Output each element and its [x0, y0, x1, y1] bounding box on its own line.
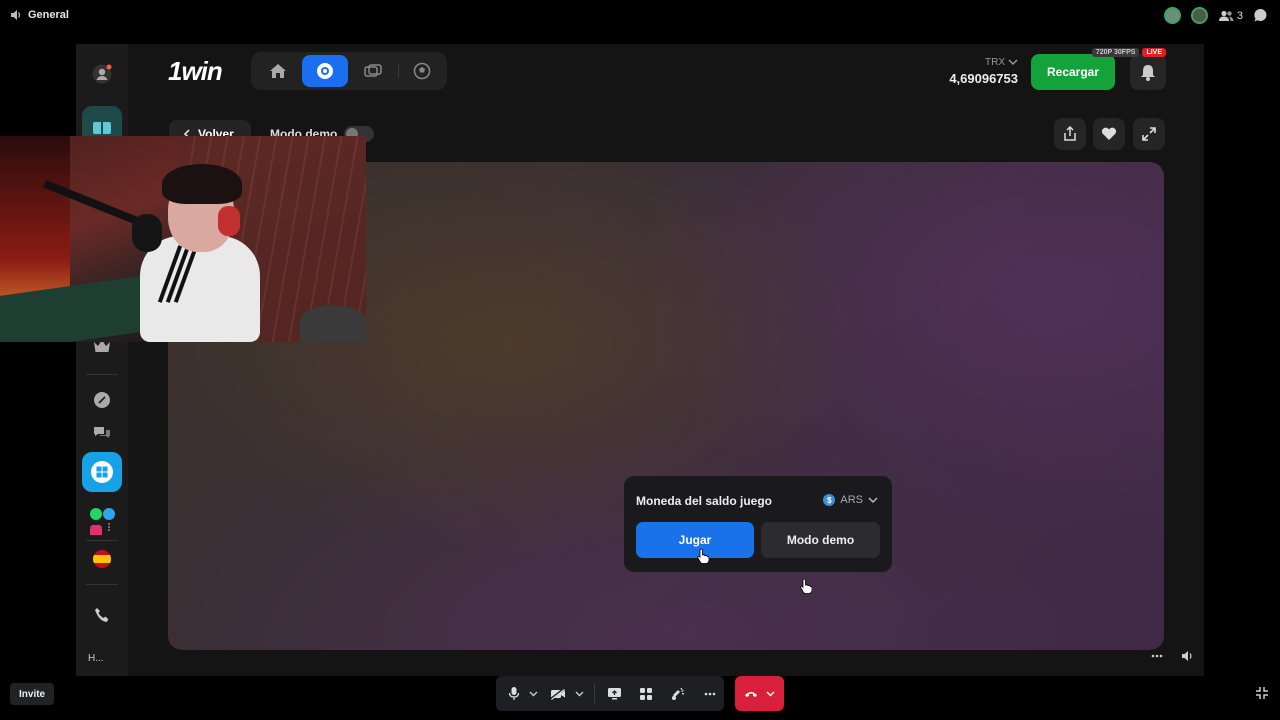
expand-icon: [1142, 127, 1156, 141]
mic-options[interactable]: [526, 676, 540, 711]
sidebar-social-links[interactable]: [82, 500, 122, 540]
1win-logo[interactable]: 1win: [168, 56, 223, 87]
main-tabs: [251, 52, 447, 90]
social-apps-icon: [90, 508, 115, 535]
chevron-down-icon[interactable]: [766, 691, 775, 697]
currency-selector[interactable]: $ ARS: [823, 494, 878, 506]
casino-chip-icon: [317, 63, 333, 79]
channel-name: General: [28, 9, 69, 21]
webcam-person-hair: [162, 164, 242, 204]
activities-icon: [640, 687, 652, 700]
participant-avatar[interactable]: [1163, 7, 1181, 24]
camera-button[interactable]: [548, 676, 568, 711]
more-call-options[interactable]: [700, 676, 720, 711]
user-icon: [92, 64, 112, 84]
screen-share-icon: [607, 688, 621, 700]
tab-home[interactable]: [255, 55, 301, 87]
participants-count: 3: [1236, 9, 1243, 22]
discount-icon: [94, 392, 110, 408]
soundboard-icon: [672, 687, 685, 700]
screen-share-button[interactable]: [604, 676, 624, 711]
invite-button[interactable]: Invite: [10, 683, 55, 705]
sidebar-bottom-label[interactable]: H...: [88, 653, 104, 664]
modal-title: Moneda del saldo juego: [636, 494, 773, 508]
gift-icon: [93, 122, 111, 134]
notifications-button[interactable]: [1130, 54, 1166, 90]
spain-flag-icon: [93, 550, 111, 568]
activities-button[interactable]: [636, 676, 656, 711]
share-button[interactable]: [1054, 118, 1086, 150]
webcam-feed[interactable]: [0, 136, 366, 342]
microphone-icon: [508, 687, 520, 700]
hand-cursor-icon: [697, 548, 709, 564]
sidebar-divider: [86, 374, 118, 375]
demo-mode-button[interactable]: Modo demo: [761, 522, 880, 558]
participants-button[interactable]: 3: [1218, 10, 1243, 22]
chevron-down-icon: [1008, 59, 1018, 66]
webcam-headset: [218, 206, 240, 236]
webcam-microphone: [132, 214, 162, 252]
hand-cursor-icon: [800, 578, 812, 594]
call-top-bar: General 3: [0, 0, 1280, 32]
chat-icon[interactable]: [1253, 8, 1268, 23]
chevron-down-icon: [529, 691, 537, 696]
voice-channel-header[interactable]: General: [10, 9, 69, 21]
controls-divider: [594, 684, 595, 703]
camera-options[interactable]: [572, 676, 586, 711]
share-icon: [1064, 126, 1076, 141]
favorite-button[interactable]: [1093, 118, 1125, 150]
balance-amount: 4,69096753: [949, 71, 1018, 86]
stream-quality-badges: 720P 30FPS LIVE: [1091, 48, 1166, 57]
home-icon: [270, 64, 286, 78]
sidebar-chat[interactable]: [82, 413, 122, 453]
sidebar-bottom-text: H...: [88, 653, 104, 664]
stream-controls: [1151, 650, 1194, 662]
balance-display[interactable]: TRX 4,69096753: [949, 57, 1018, 86]
stream-resolution-badge: 720P 30FPS: [1091, 48, 1140, 57]
topup-button[interactable]: Recargar: [1031, 54, 1115, 90]
soccer-ball-icon: [413, 62, 431, 80]
play-button[interactable]: Jugar: [636, 522, 754, 558]
windows-icon: [91, 461, 113, 483]
more-options-icon[interactable]: [1151, 654, 1163, 658]
phone-icon: [95, 608, 109, 622]
sidebar-language[interactable]: [82, 539, 122, 579]
mic-button[interactable]: [504, 676, 524, 711]
people-icon: [1218, 10, 1234, 21]
sidebar-phone[interactable]: [82, 595, 122, 635]
sidebar-profile[interactable]: [82, 54, 122, 94]
sidebar-divider: [86, 584, 118, 585]
currency-coin-icon: $: [823, 494, 836, 506]
chat-bubbles-icon: [94, 427, 110, 438]
volume-icon[interactable]: [1181, 650, 1194, 662]
tab-live-casino[interactable]: [350, 55, 396, 87]
currency-modal: Moneda del saldo juego $ ARS Jugar Modo …: [624, 476, 892, 572]
participant-avatar[interactable]: [1190, 7, 1208, 24]
sidebar-windows-app[interactable]: [82, 452, 122, 492]
heart-icon: [1101, 127, 1117, 140]
tab-casino[interactable]: [302, 55, 348, 87]
call-controls: [496, 676, 724, 711]
exit-fullscreen-icon[interactable]: [1255, 686, 1269, 700]
tab-sports[interactable]: [399, 55, 445, 87]
disconnect-button[interactable]: [735, 676, 784, 711]
chevron-down-icon: [868, 496, 878, 503]
fullscreen-game-button[interactable]: [1133, 118, 1165, 150]
more-options-icon: [704, 692, 716, 695]
live-badge: LIVE: [1142, 48, 1166, 57]
hang-up-icon: [745, 691, 757, 697]
speaker-icon: [11, 10, 21, 20]
currency-code: TRX: [985, 57, 1005, 68]
camera-off-icon: [550, 687, 565, 700]
webcam-helmet: [300, 306, 366, 342]
cards-icon: [364, 64, 382, 77]
chevron-down-icon: [575, 691, 583, 696]
soundboard-button[interactable]: [668, 676, 688, 711]
currency-label: ARS: [840, 494, 863, 506]
bell-icon: [1141, 64, 1155, 81]
